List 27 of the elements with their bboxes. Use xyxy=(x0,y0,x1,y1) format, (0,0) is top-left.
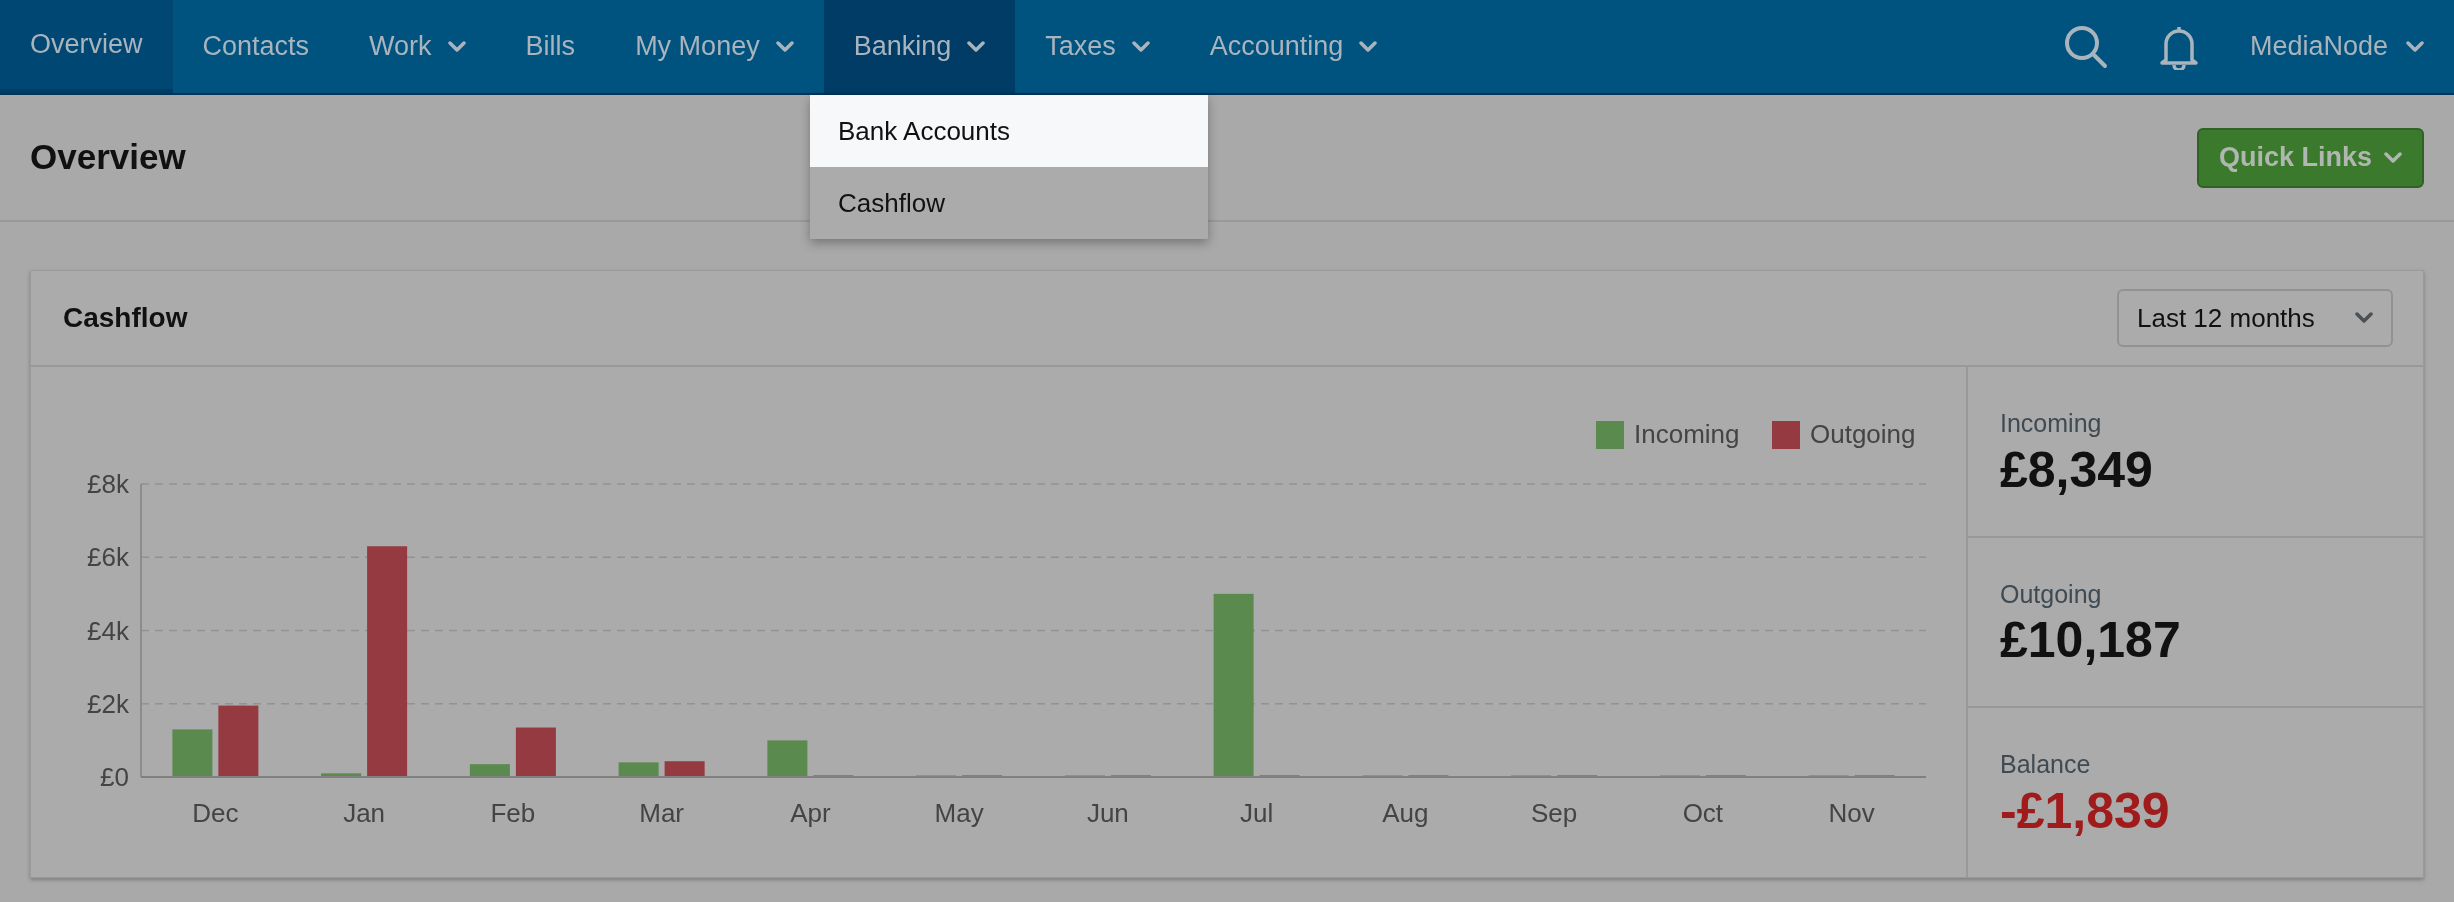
stat-value: £10,187 xyxy=(2000,613,2182,669)
stat-label: Incoming xyxy=(2000,408,2103,440)
x-axis-label: Oct xyxy=(1682,798,1724,828)
x-axis-label: Sep xyxy=(1531,798,1578,828)
card-title: Cashflow xyxy=(63,301,188,335)
stat-label: Balance xyxy=(2000,749,2092,781)
legend-label: Incoming xyxy=(1634,419,1740,449)
x-axis-label: Nov xyxy=(1828,798,1875,828)
x-axis-label: Aug xyxy=(1382,798,1429,828)
y-axis-label: £0 xyxy=(100,762,129,792)
stat-value: £8,349 xyxy=(2000,442,2154,498)
y-axis-label: £6k xyxy=(87,542,129,573)
y-axis-label: £4k xyxy=(87,615,129,646)
x-axis-label: Jan xyxy=(343,798,386,828)
legend-label: Outgoing xyxy=(1810,419,1916,449)
stat-value: -£1,839 xyxy=(2000,783,2171,839)
x-axis-label: Jun xyxy=(1086,798,1129,828)
x-axis-label: Jul xyxy=(1240,798,1274,828)
y-axis-label: £2k xyxy=(87,688,129,719)
x-axis-label: Feb xyxy=(490,798,536,828)
x-axis-label: Apr xyxy=(790,798,831,828)
page-title: Overview xyxy=(30,136,186,179)
y-axis-label: £8k xyxy=(87,469,129,499)
x-axis-label: May xyxy=(934,798,984,828)
stat-label: Outgoing xyxy=(2000,578,2103,610)
x-axis-label: Mar xyxy=(639,798,684,828)
x-axis-label: Dec xyxy=(192,798,239,828)
